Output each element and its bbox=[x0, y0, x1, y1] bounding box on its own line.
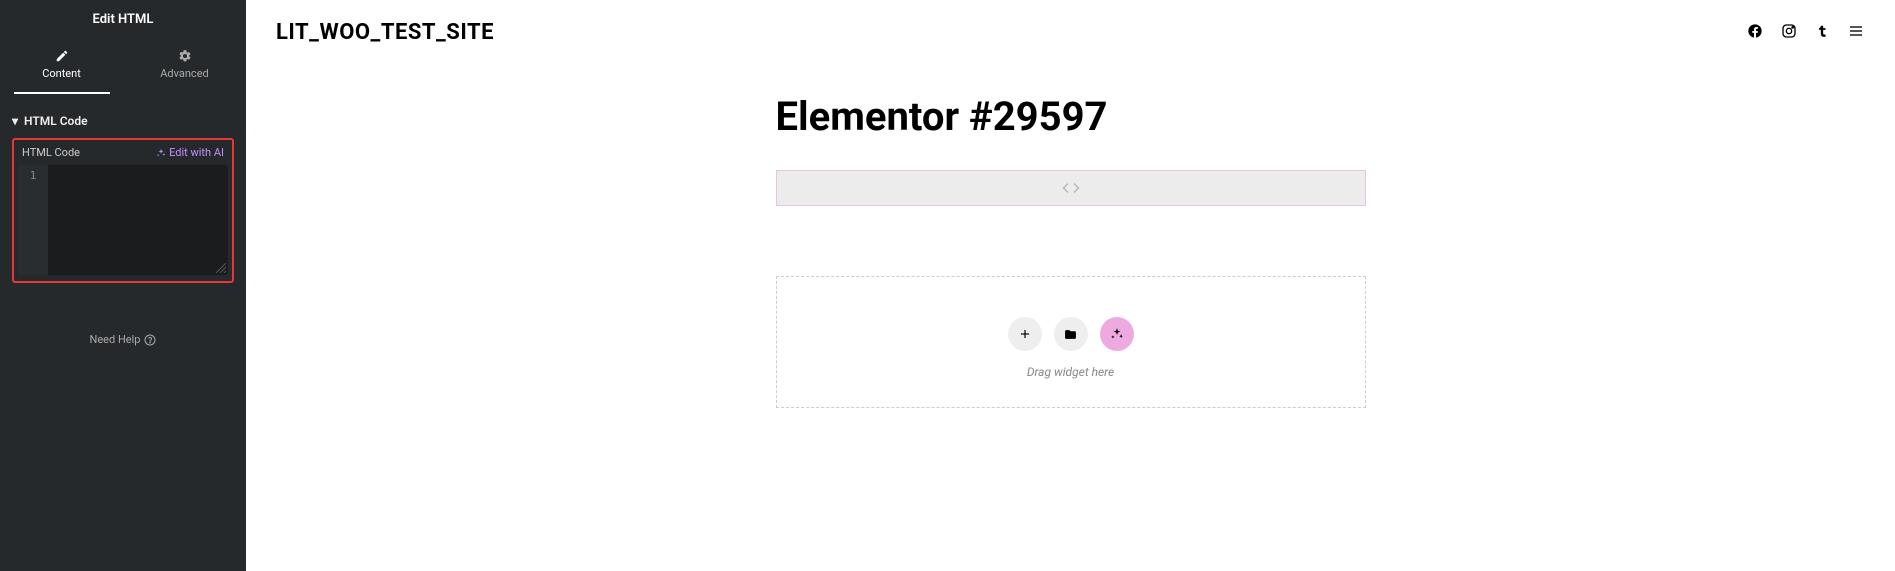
drop-zone-buttons bbox=[777, 317, 1365, 351]
edit-with-ai-link[interactable]: Edit with AI bbox=[156, 146, 224, 159]
editor-canvas: LIT_WOO_TEST_SITE Elementor #29597 bbox=[246, 0, 1895, 571]
drop-zone[interactable]: Drag widget here bbox=[776, 276, 1366, 408]
section-title: HTML Code bbox=[24, 114, 88, 128]
tab-content-label: Content bbox=[42, 67, 81, 80]
html-widget-placeholder[interactable] bbox=[776, 170, 1366, 206]
caret-down-icon: ▾ bbox=[12, 114, 18, 128]
sparkle-icon bbox=[156, 148, 166, 158]
add-widget-button[interactable] bbox=[1008, 317, 1042, 351]
question-circle-icon bbox=[144, 334, 156, 346]
code-editor-gutter: 1 bbox=[18, 165, 48, 275]
field-label-html-code: HTML Code bbox=[22, 146, 80, 159]
need-help-link[interactable]: Need Help bbox=[0, 333, 246, 346]
section-header-html-code[interactable]: ▾ HTML Code bbox=[12, 106, 234, 136]
field-row: HTML Code Edit with AI bbox=[18, 144, 228, 165]
resize-handle-icon[interactable] bbox=[216, 263, 226, 273]
html-code-editor[interactable]: 1 bbox=[18, 165, 228, 275]
sparkle-icon bbox=[1110, 327, 1124, 341]
site-title: LIT_WOO_TEST_SITE bbox=[276, 20, 494, 45]
ai-link-label: Edit with AI bbox=[169, 146, 224, 159]
folder-icon bbox=[1063, 328, 1078, 341]
facebook-icon[interactable] bbox=[1747, 23, 1763, 43]
instagram-icon[interactable] bbox=[1781, 23, 1797, 43]
field-highlight-box: HTML Code Edit with AI 1 bbox=[12, 138, 234, 283]
tab-content[interactable]: Content bbox=[0, 39, 123, 94]
need-help-label: Need Help bbox=[90, 333, 141, 346]
tumblr-icon[interactable] bbox=[1815, 23, 1829, 43]
gear-icon bbox=[178, 49, 192, 63]
pencil-icon bbox=[55, 49, 69, 63]
tab-advanced-label: Advanced bbox=[160, 67, 208, 80]
editor-sidebar: Edit HTML Content Advanced ▾ HTML Code H… bbox=[0, 0, 246, 571]
plus-icon bbox=[1018, 327, 1032, 341]
site-header: LIT_WOO_TEST_SITE bbox=[276, 20, 1865, 45]
code-icon bbox=[1059, 179, 1083, 197]
page-heading: Elementor #29597 bbox=[776, 93, 1366, 140]
header-icons bbox=[1747, 23, 1865, 43]
content-area: Elementor #29597 Drag widget here bbox=[776, 93, 1366, 408]
tab-advanced[interactable]: Advanced bbox=[123, 39, 246, 94]
sidebar-tabs: Content Advanced bbox=[0, 39, 246, 94]
drop-zone-label: Drag widget here bbox=[777, 365, 1365, 379]
line-number-1: 1 bbox=[18, 169, 48, 182]
template-library-button[interactable] bbox=[1054, 317, 1088, 351]
ai-generate-button[interactable] bbox=[1100, 317, 1134, 351]
menu-icon[interactable] bbox=[1847, 23, 1865, 43]
sidebar-title: Edit HTML bbox=[0, 0, 246, 39]
section-html-code: ▾ HTML Code HTML Code Edit with AI 1 bbox=[0, 94, 246, 283]
code-editor-body[interactable] bbox=[48, 165, 228, 275]
